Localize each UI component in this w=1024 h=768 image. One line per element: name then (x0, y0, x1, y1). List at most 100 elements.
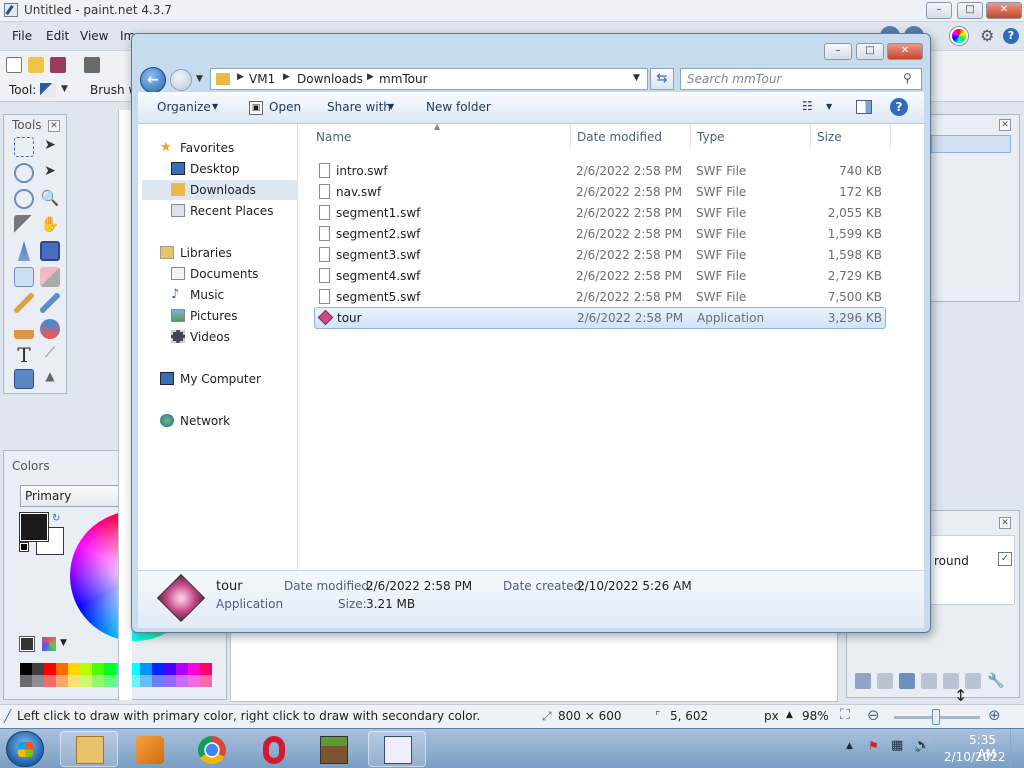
merge-layer-icon[interactable] (921, 673, 937, 689)
breadcrumb-vm1[interactable]: VM1 (249, 72, 275, 86)
palette-swatch[interactable] (92, 675, 104, 687)
primary-color-swatch[interactable] (20, 513, 48, 541)
shapes-dropdown-icon[interactable]: ▲ (40, 369, 60, 389)
taskbar-minecraft[interactable] (304, 731, 362, 767)
taskbar-opera[interactable] (244, 731, 302, 767)
primary-color-select[interactable]: Primary ▼ (20, 485, 132, 507)
column-separator[interactable] (690, 124, 691, 148)
column-header-name[interactable]: Name (316, 130, 351, 144)
palette-swatch[interactable] (20, 675, 32, 687)
close-button[interactable]: ✕ (986, 2, 1022, 19)
column-header-date[interactable]: Date modified (577, 130, 662, 144)
open-file-icon[interactable] (28, 57, 44, 73)
eraser-icon[interactable] (40, 267, 60, 287)
color-picker-icon[interactable] (40, 293, 60, 313)
palette-swatch[interactable] (80, 675, 92, 687)
nav-downloads[interactable]: Downloads (142, 180, 298, 200)
preview-pane-icon[interactable] (856, 100, 872, 114)
move-selection-icon[interactable]: ➤ (40, 137, 60, 157)
menu-file[interactable]: File (12, 29, 32, 43)
recolor-icon[interactable] (40, 319, 60, 339)
zoom-in-icon[interactable]: ⊕ (988, 706, 1001, 724)
file-row[interactable]: segment4.swf 2/6/2022 2:58 PM SWF File 2,72… (314, 266, 886, 286)
breadcrumb-arrow-icon[interactable]: ▶ (237, 72, 244, 82)
zoom-out-icon[interactable]: ⊖ (867, 706, 880, 724)
nav-my-computer[interactable]: My Computer (138, 369, 298, 389)
palette-swatch[interactable] (140, 675, 152, 687)
nav-favorites[interactable]: ★ Favorites (138, 138, 298, 158)
paintbrush-tool-icon[interactable] (40, 83, 56, 97)
add-palette-color-icon[interactable] (20, 637, 34, 651)
palette-swatch[interactable] (104, 663, 116, 675)
unit-dropdown-icon[interactable]: ▲ (786, 710, 793, 720)
color-wheel-icon[interactable] (950, 27, 968, 45)
palette-swatch[interactable] (20, 663, 32, 675)
reset-colors-icon[interactable] (20, 543, 28, 551)
pan-hand-icon[interactable]: ✋ (40, 215, 60, 235)
volume-icon[interactable]: 🔊 (914, 738, 930, 753)
palette-swatch[interactable] (104, 675, 116, 687)
file-row-selected[interactable]: tour 2/6/2022 2:58 PM Application 3,296 KB (314, 307, 886, 329)
magic-wand-icon[interactable] (14, 215, 34, 235)
palette-swatch[interactable] (44, 675, 56, 687)
duplicate-layer-icon[interactable] (899, 673, 915, 689)
history-item-selected[interactable] (931, 135, 1011, 153)
palette-swatch[interactable] (164, 675, 176, 687)
palette-swatch[interactable] (68, 663, 80, 675)
layer-visible-checkbox[interactable]: ✓ (998, 552, 1012, 566)
recent-pages-dropdown-icon[interactable]: ▼ (196, 74, 203, 84)
column-header-type[interactable]: Type (697, 130, 725, 144)
palette-swatch[interactable] (92, 663, 104, 675)
explorer-maximize-button[interactable]: □ (856, 43, 884, 60)
network-tray-icon[interactable]: ▦ (891, 738, 903, 753)
address-bar[interactable]: ▶ VM1 ▶ Downloads ▶ mmTour ▼ (210, 68, 648, 90)
breadcrumb-arrow-icon[interactable]: ▶ (283, 72, 290, 82)
menu-edit[interactable]: Edit (46, 29, 69, 43)
rectangle-select-icon[interactable] (14, 137, 34, 157)
settings-gear-icon[interactable]: ⚙ (980, 26, 994, 45)
palette-swatch[interactable] (56, 663, 68, 675)
column-header-size[interactable]: Size (817, 130, 842, 144)
palette-swatch[interactable] (44, 663, 56, 675)
file-row[interactable]: intro.swf 2/6/2022 2:58 PM SWF File 740 KB (314, 161, 886, 181)
breadcrumb-mmtour[interactable]: mmTour (379, 72, 428, 86)
taskbar-explorer[interactable] (60, 731, 118, 767)
line-curve-icon[interactable]: ⟋ (40, 345, 60, 365)
palette-swatch[interactable] (32, 675, 44, 687)
address-dropdown-icon[interactable]: ▼ (633, 73, 640, 83)
organize-dropdown-icon[interactable]: ▼ (212, 102, 218, 111)
minimize-button[interactable]: – (926, 2, 952, 19)
layer-properties-icon[interactable]: 🔧 (987, 673, 1004, 689)
view-options-icon[interactable]: ☷ (802, 99, 813, 113)
history-panel-close-icon[interactable]: ✕ (999, 119, 1011, 131)
zoom-icon[interactable]: 🔍 (40, 189, 60, 209)
ellipse-select-icon[interactable] (14, 189, 34, 209)
column-separator[interactable] (810, 124, 811, 148)
file-row[interactable]: segment2.swf 2/6/2022 2:58 PM SWF File 1,59… (314, 224, 886, 244)
add-layer-icon[interactable] (855, 673, 871, 689)
help-icon[interactable]: ? (890, 98, 908, 116)
shapes-icon[interactable] (14, 369, 34, 389)
gradient-icon[interactable] (40, 241, 60, 261)
help-icon[interactable]: ? (1003, 28, 1019, 44)
zoom-slider-thumb[interactable] (932, 709, 940, 725)
palette-swatch[interactable] (176, 663, 188, 675)
start-button[interactable] (6, 731, 44, 767)
search-icon[interactable]: ⚲ (903, 71, 912, 85)
search-box[interactable]: Search mmTour ⚲ (680, 68, 922, 90)
breadcrumb-arrow-icon[interactable]: ▶ (367, 72, 374, 82)
palette-swatch[interactable] (68, 675, 80, 687)
palette-swatch[interactable] (152, 663, 164, 675)
move-selected-icon[interactable]: ➤ (40, 163, 60, 183)
taskbar-media-player[interactable] (120, 731, 178, 767)
column-separator[interactable] (570, 124, 571, 148)
print-icon[interactable] (84, 57, 100, 73)
nav-desktop[interactable]: Desktop (138, 159, 298, 179)
palette-swatch[interactable] (188, 675, 200, 687)
palette-menu-icon[interactable] (42, 637, 56, 651)
swap-colors-icon[interactable]: ↻ (52, 513, 60, 524)
explorer-close-button[interactable]: ✕ (887, 43, 923, 60)
file-row[interactable]: segment3.swf 2/6/2022 2:58 PM SWF File 1,59… (314, 245, 886, 265)
nav-music[interactable]: ♪ Music (138, 285, 298, 305)
open-button[interactable]: Open (269, 100, 301, 114)
